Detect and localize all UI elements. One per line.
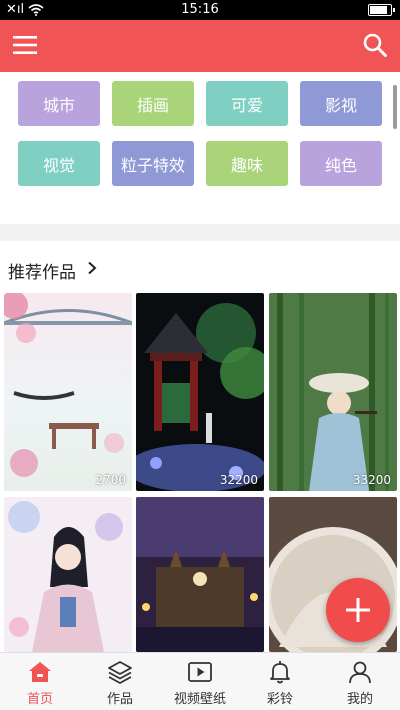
nav-profile[interactable]: 我的 xyxy=(320,653,400,710)
search-icon[interactable] xyxy=(362,32,388,58)
view-count: 33200 xyxy=(352,473,391,487)
category-tag-6[interactable]: 趣味 xyxy=(206,141,288,186)
category-tag-7[interactable]: 纯色 xyxy=(300,141,382,186)
recommended-header[interactable]: 推荐作品 xyxy=(0,241,400,291)
view-count: 32200 xyxy=(219,473,258,487)
category-label: 纯色 xyxy=(324,155,357,175)
nav-label: 作品 xyxy=(106,692,133,707)
nav-video-wallpaper[interactable]: 视频壁纸 xyxy=(160,653,240,710)
battery-icon xyxy=(368,4,395,16)
nav-label: 彩铃 xyxy=(266,692,293,707)
artwork-card[interactable]: 32200 xyxy=(136,293,264,491)
app-bar xyxy=(0,20,400,72)
menu-icon[interactable] xyxy=(12,34,38,56)
category-tag-2[interactable]: 可爱 xyxy=(206,81,288,126)
category-label: 可爱 xyxy=(230,95,263,115)
category-label: 城市 xyxy=(42,95,75,115)
status-time: 15:16 xyxy=(181,2,219,17)
artwork-image xyxy=(4,497,132,652)
scrollbar-thumb[interactable] xyxy=(393,85,397,129)
artwork-image xyxy=(269,293,397,491)
category-label: 插画 xyxy=(136,95,169,115)
artwork-card[interactable]: 33200 xyxy=(269,293,397,491)
artwork-image xyxy=(136,497,264,652)
artwork-card[interactable] xyxy=(4,497,132,652)
nav-home[interactable]: 首页 xyxy=(0,653,80,710)
artwork-card[interactable]: 2700 xyxy=(4,293,132,491)
section-title: 推荐作品 xyxy=(8,263,76,283)
category-label: 影视 xyxy=(324,95,357,115)
category-tag-0[interactable]: 城市 xyxy=(18,81,100,126)
category-tag-1[interactable]: 插画 xyxy=(112,81,194,126)
view-count: 2700 xyxy=(95,473,126,487)
video-icon xyxy=(188,662,212,682)
nav-works[interactable]: 作品 xyxy=(80,653,160,710)
artwork-card[interactable] xyxy=(136,497,264,652)
bottom-nav: 首页 作品 视频壁纸 彩铃 我的 xyxy=(0,652,400,710)
user-icon xyxy=(349,661,371,684)
artwork-image xyxy=(136,293,264,491)
chevron-right-icon xyxy=(88,261,97,275)
nav-label: 我的 xyxy=(346,692,373,707)
plus-icon xyxy=(346,598,370,622)
nav-label: 视频壁纸 xyxy=(173,692,226,707)
artwork-image xyxy=(4,293,132,491)
bell-icon xyxy=(270,661,290,684)
home-icon xyxy=(29,662,51,682)
category-label: 粒子特效 xyxy=(120,155,185,175)
section-divider xyxy=(0,224,400,241)
category-label: 趣味 xyxy=(230,155,263,175)
status-bar: ✕ıl 15:16 xyxy=(0,0,400,20)
battery-level xyxy=(370,6,387,14)
category-tag-4[interactable]: 视觉 xyxy=(18,141,100,186)
category-tag-3[interactable]: 影视 xyxy=(300,81,382,126)
layers-icon xyxy=(108,661,132,684)
category-label: 视觉 xyxy=(42,155,75,175)
category-tag-5[interactable]: 粒子特效 xyxy=(112,141,194,186)
create-button[interactable] xyxy=(326,578,390,642)
nav-ringback[interactable]: 彩铃 xyxy=(240,653,320,710)
category-grid: 城市 插画 可爱 影视 视觉 粒子特效 趣味 纯色 xyxy=(0,72,400,224)
nav-label: 首页 xyxy=(26,692,53,707)
